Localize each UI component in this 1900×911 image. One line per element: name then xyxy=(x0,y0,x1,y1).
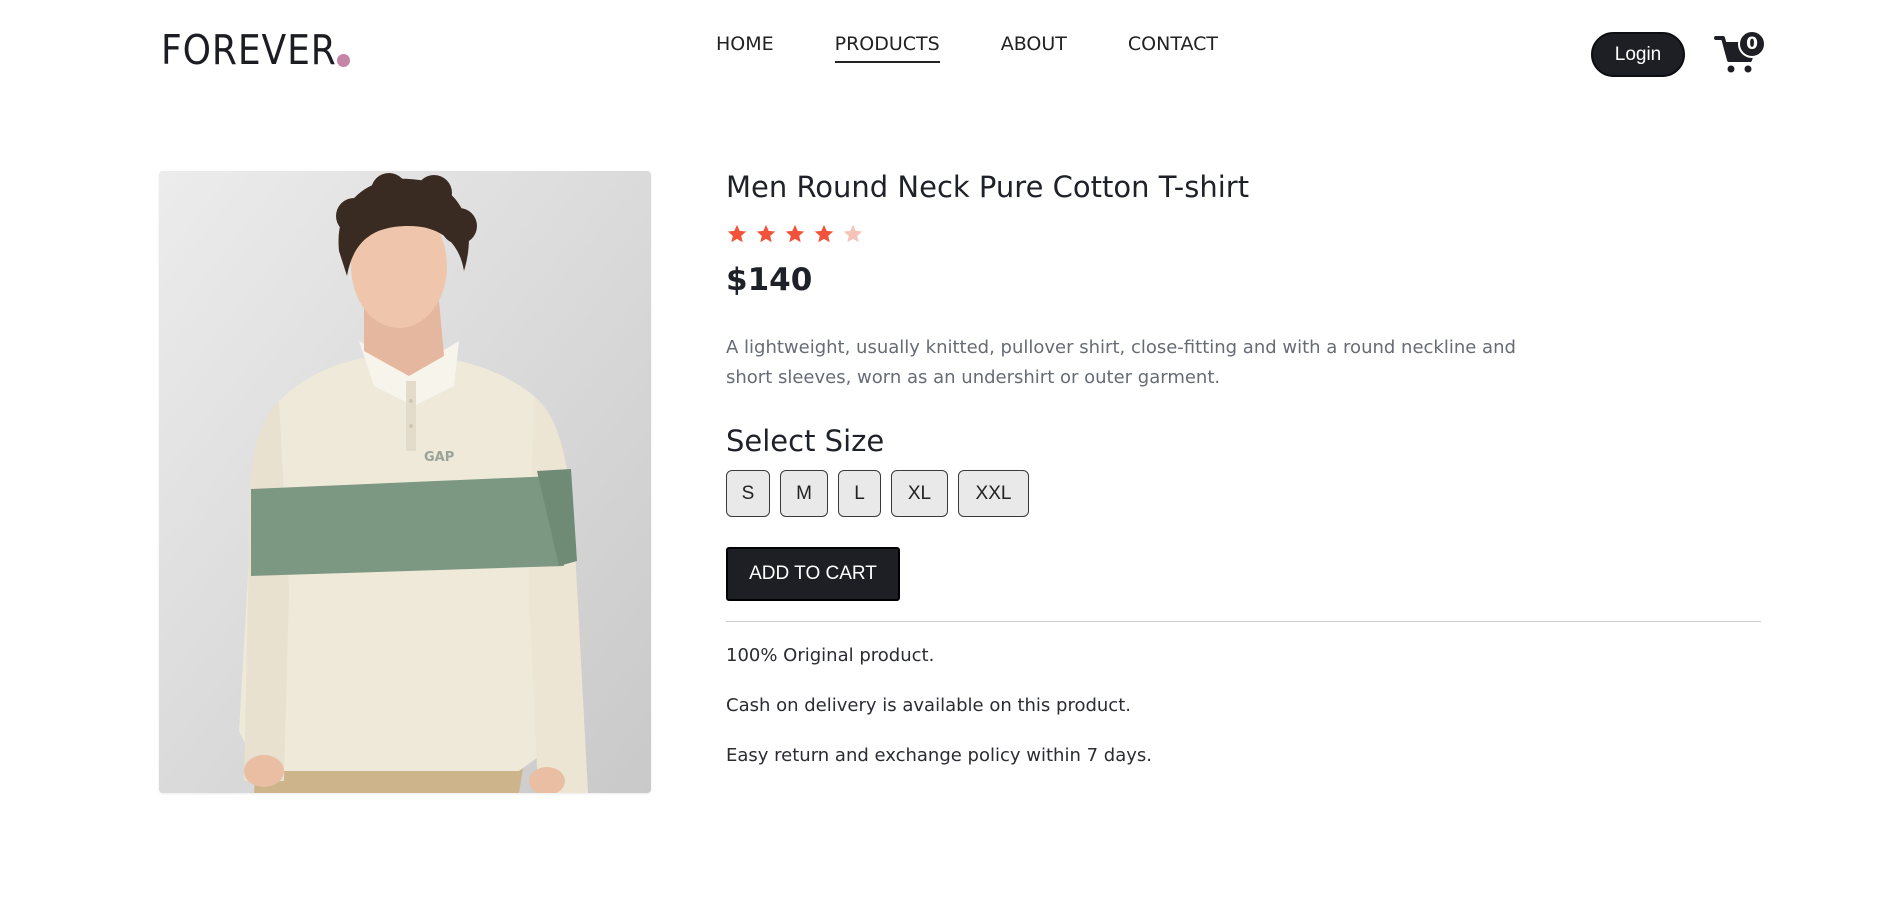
size-option-l[interactable]: L xyxy=(838,470,881,517)
policy-return: Easy return and exchange policy within 7… xyxy=(726,745,1152,766)
product-title: Men Round Neck Pure Cotton T-shirt xyxy=(726,170,1250,204)
site-header: FOREVER HOME PRODUCTS ABOUT CONTACT Logi… xyxy=(0,0,1900,100)
star-filled-icon xyxy=(785,224,805,243)
nav-home[interactable]: HOME xyxy=(716,30,774,58)
svg-text:GAP: GAP xyxy=(424,450,454,465)
product-photo-illustration: GAP xyxy=(159,171,651,793)
size-option-xl[interactable]: XL xyxy=(891,470,948,517)
login-button[interactable]: Login xyxy=(1591,32,1685,77)
policy-original: 100% Original product. xyxy=(726,645,935,666)
divider xyxy=(726,621,1761,622)
star-empty-icon xyxy=(843,224,863,243)
add-to-cart-button[interactable]: ADD TO CART xyxy=(726,547,900,601)
rating-stars xyxy=(726,223,864,245)
size-options: S M L XL XXL xyxy=(726,470,1029,517)
star-filled-icon xyxy=(814,224,834,243)
star-filled-icon xyxy=(756,224,776,243)
star-filled-icon xyxy=(727,224,747,243)
main-nav: HOME PRODUCTS ABOUT CONTACT xyxy=(716,30,1218,63)
cart-count-badge: 0 xyxy=(1738,30,1766,58)
size-heading: Select Size xyxy=(726,424,885,458)
size-option-s[interactable]: S xyxy=(726,470,770,517)
policy-cod: Cash on delivery is available on this pr… xyxy=(726,695,1131,716)
size-option-m[interactable]: M xyxy=(780,470,828,517)
logo[interactable]: FOREVER xyxy=(161,28,337,72)
product-price: $140 xyxy=(726,262,813,298)
size-option-xxl[interactable]: XXL xyxy=(958,470,1029,517)
nav-contact[interactable]: CONTACT xyxy=(1128,30,1218,58)
nav-products[interactable]: PRODUCTS xyxy=(834,30,940,63)
product-image[interactable]: GAP xyxy=(159,171,651,793)
nav-about[interactable]: ABOUT xyxy=(1001,30,1067,58)
product-page: FOREVER HOME PRODUCTS ABOUT CONTACT Logi… xyxy=(0,0,1900,911)
logo-dot xyxy=(337,54,350,67)
product-description: A lightweight, usually knitted, pullover… xyxy=(726,337,1516,388)
